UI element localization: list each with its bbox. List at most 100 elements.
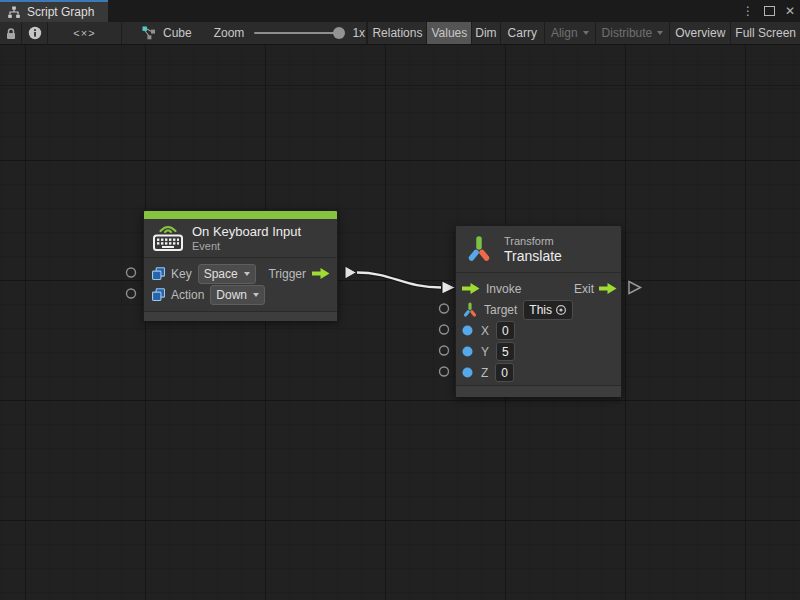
invoke-flow-icon bbox=[462, 282, 480, 295]
z-row: Z 0 bbox=[456, 362, 621, 383]
y-row: Y 5 bbox=[456, 341, 621, 362]
trigger-flow-icon bbox=[312, 267, 330, 280]
x-value-box[interactable]: 0 bbox=[496, 321, 515, 340]
tab-bar: Script Graph ⋮ ✕ bbox=[0, 0, 800, 22]
edit-source-button[interactable]: <×> bbox=[48, 22, 122, 44]
node-on-keyboard-input[interactable]: On Keyboard Input Event Key Space Trigge… bbox=[143, 210, 338, 320]
action-row: Action Down bbox=[144, 284, 337, 305]
connections-overlay bbox=[0, 45, 800, 600]
zoom-value: 1x bbox=[352, 26, 365, 40]
distribute-caret-icon bbox=[657, 31, 663, 35]
x-label: X bbox=[481, 324, 489, 338]
window-controls: ⋮ ✕ bbox=[742, 0, 800, 22]
node-body: Invoke Exit Target This bbox=[456, 272, 621, 386]
z-value: 0 bbox=[501, 366, 508, 380]
node-header[interactable]: Transform Translate bbox=[456, 226, 621, 272]
target-row: Target This bbox=[456, 299, 621, 320]
z-label: Z bbox=[481, 366, 488, 380]
align-button[interactable]: Align bbox=[544, 22, 595, 44]
target-label: Target bbox=[484, 303, 517, 317]
tab-script-graph[interactable]: Script Graph bbox=[0, 0, 108, 22]
node-title: Translate bbox=[504, 248, 562, 265]
info-button[interactable] bbox=[22, 22, 48, 44]
action-dropdown-value: Down bbox=[216, 288, 247, 302]
port-action-input[interactable] bbox=[127, 289, 136, 298]
y-value-box[interactable]: 5 bbox=[496, 342, 515, 361]
node-body: Key Space Trigger Action bbox=[144, 257, 337, 312]
node-accent-bar bbox=[144, 211, 337, 219]
action-label: Action bbox=[171, 288, 204, 302]
z-value-icon bbox=[462, 367, 473, 378]
node-footer bbox=[144, 312, 337, 321]
invoke-label: Invoke bbox=[486, 282, 521, 296]
target-transform-icon bbox=[462, 302, 478, 318]
close-icon[interactable]: ✕ bbox=[785, 4, 795, 18]
trigger-out-arrow[interactable] bbox=[345, 266, 357, 279]
action-dropdown-caret-icon bbox=[253, 293, 259, 297]
keyboard-event-icon bbox=[152, 224, 184, 252]
toolbar-buttons: Relations Values Dim Carry Align Distrib… bbox=[367, 22, 800, 44]
exit-flow-icon bbox=[599, 282, 617, 295]
values-button[interactable]: Values bbox=[426, 22, 471, 44]
transform-icon bbox=[467, 235, 491, 263]
action-value-icon bbox=[152, 288, 165, 301]
fullscreen-button[interactable]: Full Screen bbox=[730, 22, 800, 44]
graph-target-icon bbox=[142, 26, 156, 40]
port-z-input[interactable] bbox=[440, 367, 449, 376]
graph-icon bbox=[7, 6, 21, 19]
z-value-box[interactable]: 0 bbox=[495, 363, 514, 382]
y-value-icon bbox=[462, 346, 473, 357]
y-label: Y bbox=[481, 345, 489, 359]
overview-button[interactable]: Overview bbox=[669, 22, 730, 44]
port-target-input[interactable] bbox=[440, 304, 449, 313]
code-icon: <×> bbox=[73, 27, 95, 39]
key-label: Key bbox=[171, 267, 192, 281]
key-dropdown-caret-icon bbox=[244, 272, 250, 276]
port-x-input[interactable] bbox=[440, 325, 449, 334]
zoom-slider-knob[interactable] bbox=[333, 27, 345, 39]
script-graph-window: Script Graph ⋮ ✕ <×> bbox=[0, 0, 800, 600]
key-dropdown-value: Space bbox=[204, 267, 238, 281]
lock-icon bbox=[5, 27, 17, 40]
maximize-icon[interactable] bbox=[764, 6, 775, 16]
x-row: X 0 bbox=[456, 320, 621, 341]
toolbar-middle: Cube Zoom 1x bbox=[122, 22, 367, 44]
node-translate[interactable]: Transform Translate Invoke Exit bbox=[455, 225, 622, 396]
graph-target-name: Cube bbox=[163, 26, 192, 40]
key-dropdown[interactable]: Space bbox=[198, 264, 256, 284]
node-category: Transform bbox=[504, 234, 562, 248]
invoke-in-arrow[interactable] bbox=[442, 281, 456, 294]
zoom-slider[interactable] bbox=[254, 32, 340, 34]
trigger-label: Trigger bbox=[268, 267, 306, 281]
carry-button[interactable]: Carry bbox=[500, 22, 544, 44]
graph-toolbar: <×> Cube Zoom 1x Relations Values Dim Ca… bbox=[0, 22, 800, 45]
key-row: Key Space Trigger bbox=[144, 263, 337, 284]
action-dropdown[interactable]: Down bbox=[210, 285, 265, 305]
align-caret-icon bbox=[583, 31, 589, 35]
target-value-box[interactable]: This bbox=[523, 300, 573, 320]
tab-title: Script Graph bbox=[27, 5, 94, 19]
key-value-icon bbox=[152, 267, 165, 280]
dim-button[interactable]: Dim bbox=[471, 22, 499, 44]
target-value: This bbox=[529, 303, 552, 317]
x-value: 0 bbox=[502, 324, 509, 338]
graph-canvas[interactable]: On Keyboard Input Event Key Space Trigge… bbox=[0, 45, 800, 600]
lock-button[interactable] bbox=[0, 22, 22, 44]
y-value: 5 bbox=[502, 345, 509, 359]
menu-icon[interactable]: ⋮ bbox=[742, 4, 754, 18]
exit-out-arrow[interactable] bbox=[629, 282, 641, 294]
x-value-icon bbox=[462, 325, 473, 336]
invoke-row: Invoke Exit bbox=[456, 278, 621, 299]
node-subtitle: Event bbox=[192, 240, 301, 253]
relations-button[interactable]: Relations bbox=[367, 22, 426, 44]
node-footer bbox=[456, 386, 621, 397]
info-icon bbox=[28, 26, 42, 40]
node-title: On Keyboard Input bbox=[192, 224, 301, 240]
node-header[interactable]: On Keyboard Input Event bbox=[144, 219, 337, 257]
port-key-input[interactable] bbox=[127, 268, 136, 277]
object-picker-icon[interactable] bbox=[555, 304, 567, 316]
distribute-button[interactable]: Distribute bbox=[595, 22, 670, 44]
exit-label: Exit bbox=[574, 282, 594, 296]
zoom-label: Zoom bbox=[214, 26, 245, 40]
port-y-input[interactable] bbox=[440, 346, 449, 355]
